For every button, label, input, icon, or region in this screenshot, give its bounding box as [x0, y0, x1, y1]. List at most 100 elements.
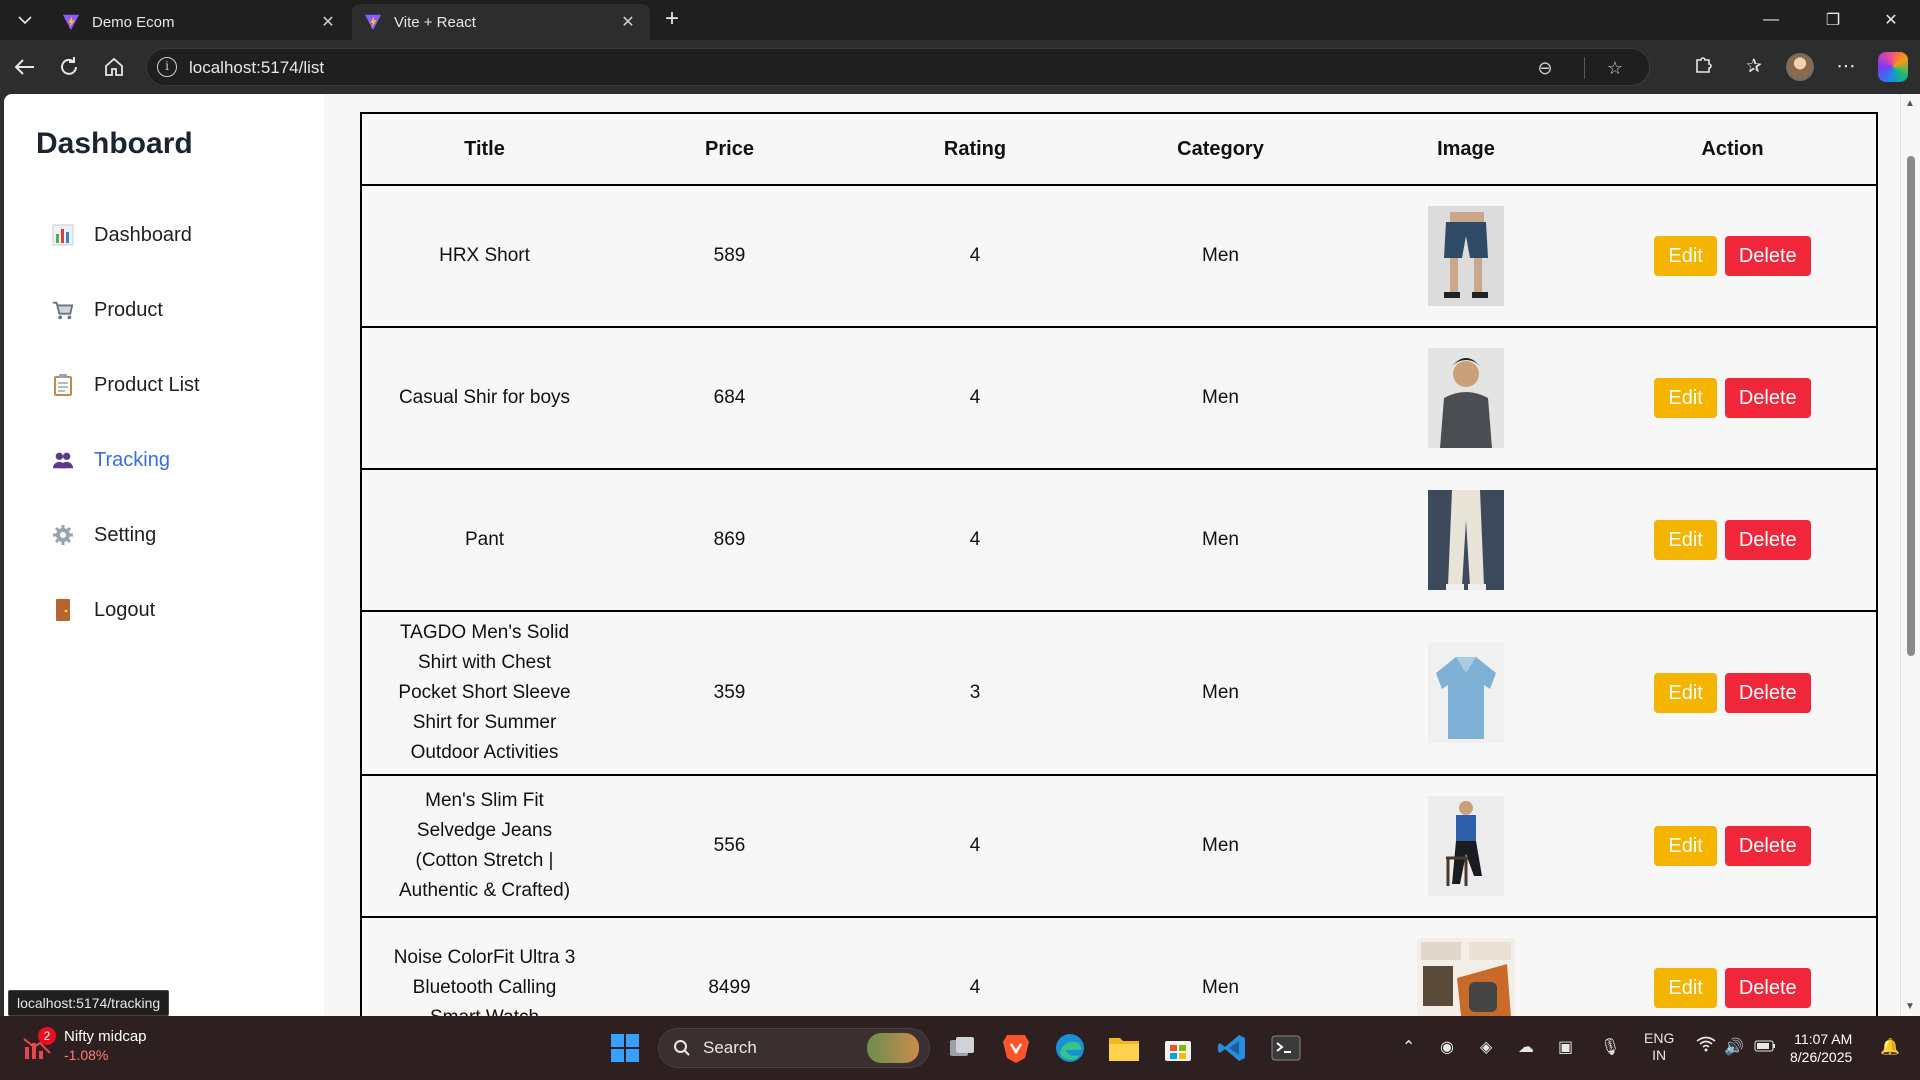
notification-bell-icon[interactable]: 🔔: [1880, 1030, 1900, 1066]
cell-title: HRX Short: [361, 184, 607, 328]
reading-mode-icon[interactable]: ⊖: [1533, 56, 1557, 80]
table-header-row: Title Price Rating Category Image Action: [361, 112, 1877, 186]
edit-button[interactable]: Edit: [1654, 520, 1717, 560]
delete-button[interactable]: Delete: [1724, 520, 1811, 560]
sidebar-item-product-list[interactable]: Product List: [52, 368, 292, 402]
cell-actions: Edit Delete: [1589, 468, 1877, 612]
vite-favicon-icon: [62, 14, 80, 31]
tab-demo-ecom[interactable]: Demo Ecom ✕: [50, 4, 350, 40]
delete-button[interactable]: Delete: [1724, 826, 1811, 866]
tab-title: Vite + React: [394, 13, 476, 31]
delete-button[interactable]: Delete: [1724, 673, 1811, 713]
minimize-icon[interactable]: —: [1744, 0, 1798, 40]
cell-price: 589: [607, 184, 852, 328]
cell-actions: Edit Delete: [1589, 916, 1877, 1016]
column-header-image: Image: [1343, 112, 1589, 186]
battery-icon[interactable]: [1754, 1030, 1776, 1066]
microphone-icon[interactable]: 🎙: [1600, 1030, 1620, 1066]
extensions-puzzle-icon[interactable]: [1690, 53, 1718, 81]
profile-avatar[interactable]: [1786, 53, 1814, 81]
vscode-icon[interactable]: [1214, 1030, 1250, 1066]
cell-actions: Edit Delete: [1589, 326, 1877, 470]
more-options-icon[interactable]: ⋯: [1832, 53, 1860, 81]
sidebar-item-label: Tracking: [94, 448, 170, 471]
brave-browser-icon[interactable]: [998, 1030, 1034, 1066]
clock-time: 11:07 AM: [1794, 1031, 1853, 1047]
widget-title: Nifty midcap: [64, 1028, 147, 1045]
tray-display-icon[interactable]: ▣: [1558, 1030, 1573, 1066]
favorites-icon[interactable]: ✰: [1740, 53, 1768, 81]
stock-chart-icon: 2: [22, 1027, 56, 1061]
cell-image: [1343, 184, 1589, 328]
edit-button[interactable]: Edit: [1654, 673, 1717, 713]
cell-rating: 4: [852, 916, 1098, 1016]
edit-button[interactable]: Edit: [1654, 378, 1717, 418]
sidebar-title: Dashboard: [36, 127, 193, 160]
address-bar[interactable]: i localhost:5174/list ⊖ ☆: [146, 48, 1650, 86]
tray-teams-icon[interactable]: ◈: [1480, 1030, 1492, 1066]
cart-icon: [52, 299, 74, 321]
reload-icon[interactable]: [54, 52, 84, 82]
tab-title: Demo Ecom: [92, 13, 175, 31]
site-info-icon[interactable]: i: [157, 57, 177, 77]
scroll-down-arrow-icon[interactable]: ▼: [1905, 1001, 1915, 1012]
favorite-star-icon[interactable]: ☆: [1603, 56, 1627, 80]
widget-value: -1.08%: [64, 1047, 109, 1063]
sidebar-item-setting[interactable]: Setting: [52, 518, 292, 552]
file-explorer-icon[interactable]: [1106, 1030, 1142, 1066]
terminal-icon[interactable]: [1268, 1030, 1304, 1066]
cell-rating: 4: [852, 326, 1098, 470]
taskbar-search[interactable]: Search: [658, 1028, 930, 1068]
sidebar-item-logout[interactable]: Logout: [52, 593, 292, 627]
table-row: HRX Short 589 4 Men Edit Delete: [361, 184, 1877, 328]
page-scrollbar[interactable]: ▲ ▼: [1900, 94, 1920, 1016]
windows-start-icon[interactable]: [607, 1030, 643, 1066]
sidebar-item-label: Dashboard: [94, 223, 192, 246]
edge-browser-icon[interactable]: [1052, 1030, 1088, 1066]
system-clock[interactable]: 11:07 AM 8/26/2025: [1790, 1030, 1852, 1066]
delete-button[interactable]: Delete: [1724, 968, 1811, 1008]
cell-price: 8499: [607, 916, 852, 1016]
people-icon: [52, 449, 74, 471]
delete-button[interactable]: Delete: [1724, 236, 1811, 276]
bar-chart-icon: [52, 224, 74, 246]
taskbar: 2 Nifty midcap -1.08% Search ⌃ ◉ ◈ ☁ ▣ 🎙: [0, 1016, 1920, 1080]
scrollbar-thumb[interactable]: [1907, 156, 1915, 656]
tab-vite-react[interactable]: Vite + React ✕: [352, 4, 650, 40]
delete-button[interactable]: Delete: [1724, 378, 1811, 418]
window-close-icon[interactable]: ✕: [1864, 0, 1918, 40]
restore-icon[interactable]: ❐: [1806, 0, 1860, 40]
sidebar-item-tracking[interactable]: Tracking: [52, 443, 292, 477]
sidebar-item-label: Logout: [94, 598, 156, 621]
edit-button[interactable]: Edit: [1654, 826, 1717, 866]
close-tab-icon[interactable]: ✕: [318, 12, 338, 32]
copilot-icon[interactable]: [1878, 52, 1908, 82]
volume-icon[interactable]: 🔊: [1724, 1030, 1744, 1066]
edit-button[interactable]: Edit: [1654, 968, 1717, 1008]
browser-tab-strip: Demo Ecom ✕ Vite + React ✕ + — ❐ ✕: [0, 0, 1920, 40]
sidebar-item-label: Setting: [94, 523, 157, 546]
cell-price: 869: [607, 468, 852, 612]
close-tab-icon[interactable]: ✕: [618, 12, 638, 32]
tray-app-icon[interactable]: ◉: [1440, 1030, 1454, 1066]
search-icon: [674, 1040, 690, 1056]
back-arrow-icon[interactable]: [10, 52, 40, 82]
edit-button[interactable]: Edit: [1654, 236, 1717, 276]
tab-actions-chevron-icon[interactable]: [10, 8, 40, 32]
home-icon[interactable]: [99, 52, 129, 82]
scroll-up-arrow-icon[interactable]: ▲: [1905, 98, 1915, 109]
tray-onedrive-icon[interactable]: ☁: [1518, 1030, 1534, 1066]
sidebar-item-dashboard[interactable]: Dashboard: [52, 218, 292, 252]
microsoft-store-icon[interactable]: [1160, 1030, 1196, 1066]
column-header-rating: Rating: [852, 112, 1098, 186]
stock-widget[interactable]: 2 Nifty midcap -1.08%: [22, 1027, 147, 1064]
task-view-icon[interactable]: [944, 1030, 980, 1066]
address-url[interactable]: localhost:5174/list: [189, 58, 324, 78]
new-tab-plus-icon[interactable]: +: [658, 6, 686, 34]
wifi-icon[interactable]: [1696, 1030, 1716, 1066]
show-hidden-icons-chevron-icon[interactable]: ⌃: [1402, 1030, 1415, 1066]
cell-category: Men: [1098, 468, 1343, 612]
cell-category: Men: [1098, 916, 1343, 1016]
sidebar-item-product[interactable]: Product: [52, 293, 292, 327]
language-indicator[interactable]: ENG IN: [1644, 1030, 1674, 1066]
